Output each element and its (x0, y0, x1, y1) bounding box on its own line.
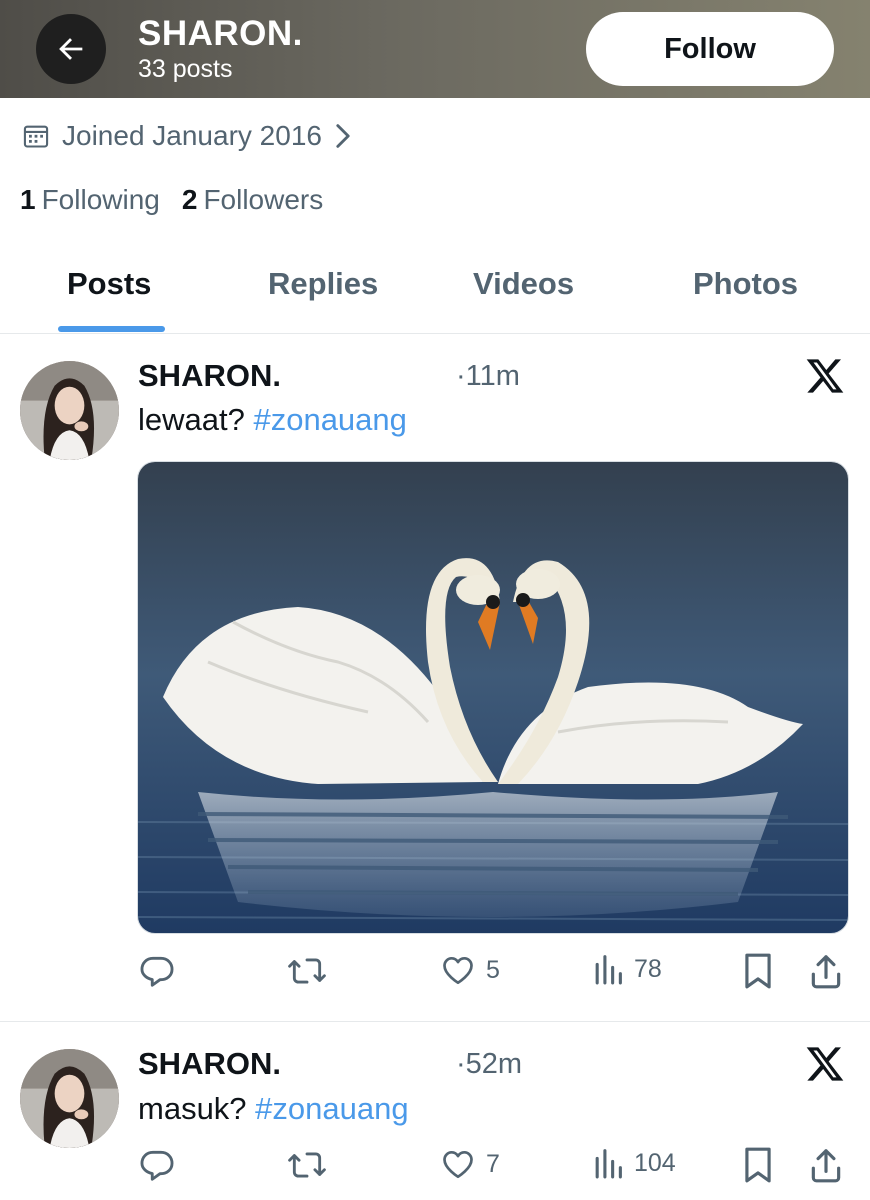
reply-button[interactable] (138, 952, 176, 990)
arrow-left-icon (59, 38, 83, 60)
post-actions: 7 104 (0, 1146, 870, 1190)
share-button[interactable] (808, 1146, 844, 1184)
reply-icon (140, 1150, 174, 1181)
like-button[interactable]: 7 (440, 1146, 500, 1182)
avatar[interactable] (20, 1049, 119, 1148)
avatar[interactable] (20, 361, 119, 460)
profile-tabs: Posts Replies Videos Photos (0, 250, 870, 334)
back-button[interactable] (36, 14, 106, 84)
post-text: lewaat? #zonauang (138, 402, 407, 438)
bookmark-icon (745, 1147, 771, 1183)
views-count: 78 (634, 954, 662, 983)
post-text-body: masuk? (138, 1091, 256, 1126)
tab-photos[interactable]: Photos (693, 266, 798, 302)
like-count: 5 (486, 955, 500, 984)
heart-icon (443, 956, 473, 985)
x-logo-icon[interactable] (805, 357, 845, 395)
repost-button[interactable] (286, 1146, 328, 1184)
tab-posts[interactable]: Posts (67, 266, 151, 302)
profile-header: SHARON. 33 posts Follow (0, 0, 870, 98)
following-stat[interactable]: 1 Following (20, 184, 160, 216)
x-logo-icon[interactable] (805, 1045, 845, 1083)
views-icon (595, 1149, 622, 1179)
bookmark-button[interactable] (742, 1146, 774, 1184)
reply-button[interactable] (138, 1146, 176, 1184)
share-button[interactable] (808, 952, 844, 990)
repost-icon (288, 958, 326, 984)
post-text-body: lewaat? (138, 402, 254, 437)
swans-photo (138, 462, 848, 933)
post-media-image[interactable] (137, 461, 849, 934)
followers-count: 2 (181, 184, 198, 215)
bookmark-button[interactable] (742, 952, 774, 990)
post-time[interactable]: ·11m (456, 360, 520, 393)
header-profile-name: SHARON. (138, 14, 303, 53)
following-label: Following (41, 184, 160, 215)
followers-stat[interactable]: 2 Followers (182, 184, 323, 216)
repost-icon (288, 1152, 326, 1178)
active-tab-indicator (58, 326, 165, 332)
views-button[interactable]: 104 (592, 1146, 676, 1180)
followers-label: Followers (203, 184, 324, 215)
avatar-portrait (20, 361, 119, 460)
following-count: 1 (20, 184, 36, 215)
follow-stats: 1 Following 2 Followers (20, 184, 345, 216)
avatar-portrait (20, 1049, 119, 1148)
chevron-right-icon (336, 124, 350, 148)
like-count: 7 (486, 1149, 500, 1178)
share-icon (811, 955, 841, 989)
post-author[interactable]: SHARON. (138, 358, 281, 394)
repost-button[interactable] (286, 952, 328, 990)
header-posts-count: 33 posts (138, 55, 233, 83)
follow-button[interactable]: Follow (586, 12, 834, 86)
hashtag-link[interactable]: #zonauang (253, 402, 406, 437)
views-button[interactable]: 78 (592, 952, 662, 986)
post-time[interactable]: ·52m (456, 1048, 522, 1081)
views-count: 104 (634, 1148, 676, 1177)
joined-date[interactable]: Joined January 2016 (22, 120, 352, 152)
tab-replies[interactable]: Replies (268, 266, 378, 302)
post-author[interactable]: SHARON. (138, 1046, 281, 1082)
post-text: masuk? #zonauang (138, 1091, 409, 1127)
like-button[interactable]: 5 (440, 952, 500, 988)
reply-icon (140, 956, 174, 987)
hashtag-link[interactable]: #zonauang (255, 1091, 408, 1126)
joined-text: Joined January 2016 (62, 120, 322, 151)
heart-icon (443, 1150, 473, 1179)
bookmark-icon (745, 953, 771, 989)
share-icon (811, 1149, 841, 1183)
post-divider (0, 1021, 870, 1022)
calendar-icon (23, 125, 49, 148)
tab-videos[interactable]: Videos (473, 266, 574, 302)
views-icon (595, 955, 622, 985)
post-actions: 5 78 (0, 952, 870, 996)
